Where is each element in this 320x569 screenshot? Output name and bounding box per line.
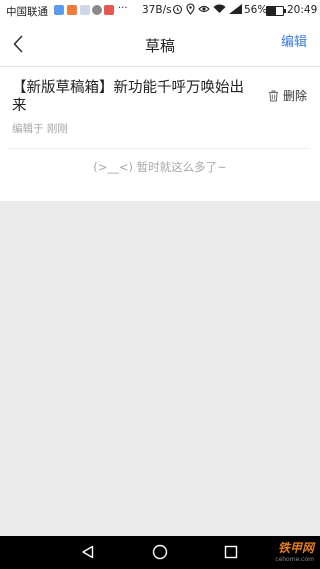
watermark-main: 铁甲网: [277, 541, 314, 555]
network-speed: 37B/s: [142, 4, 172, 16]
delete-label: 删除: [282, 89, 307, 103]
notification-chat-icon: [92, 5, 102, 15]
system-home-button[interactable]: [151, 543, 169, 561]
drafts-list: 【新版草稿箱】新功能千呼万唤始出来 编辑于 刚刚 删除 (>__<) 暂时就这么…: [0, 67, 320, 201]
system-back-button[interactable]: [79, 543, 97, 561]
clock: 20:49: [287, 4, 318, 16]
watermark-sub: cehome.com: [275, 556, 314, 563]
location-icon: [186, 3, 195, 15]
battery-level: 56%: [244, 4, 268, 16]
draft-title: 【新版草稿箱】新功能千呼万唤始出来: [12, 80, 244, 114]
end-of-list-hint: (>__<) 暂时就这么多了~: [93, 160, 227, 174]
watermark-logo: 铁甲网 cehome.com: [275, 539, 314, 563]
carrier-label: 中国联通: [6, 6, 48, 18]
eye-icon: [198, 5, 210, 13]
delete-draft-button[interactable]: 删除: [268, 87, 307, 104]
system-recents-button[interactable]: [222, 543, 240, 561]
alarm-icon: [172, 4, 183, 15]
triangle-back-icon: [82, 545, 94, 559]
draft-item[interactable]: 【新版草稿箱】新功能千呼万唤始出来 编辑于 刚刚: [12, 79, 308, 136]
status-icons: [172, 3, 243, 15]
notification-app-icon: [54, 5, 64, 15]
more-notifications-icon: ···: [118, 3, 128, 14]
status-bar: 中国联通 ··· 37B/s 56% 20:49: [0, 0, 320, 22]
edit-button[interactable]: 编辑: [281, 31, 307, 50]
system-nav-bar: 铁甲网 cehome.com: [0, 536, 320, 569]
battery-icon: [266, 6, 286, 16]
draft-edited-time: 编辑于 刚刚: [12, 123, 68, 135]
wifi-icon: [213, 4, 226, 13]
square-recents-icon: [224, 545, 238, 559]
notification-dots-icon: [80, 5, 90, 15]
divider: [8, 148, 308, 149]
trash-icon: [268, 90, 278, 101]
circle-home-icon: [152, 544, 168, 560]
signal-icon: [229, 4, 242, 14]
notification-mail-icon: [104, 5, 114, 15]
app-header: 草稿 编辑: [0, 22, 320, 67]
notification-news-icon: [67, 5, 77, 15]
page-title: 草稿: [144, 37, 175, 55]
